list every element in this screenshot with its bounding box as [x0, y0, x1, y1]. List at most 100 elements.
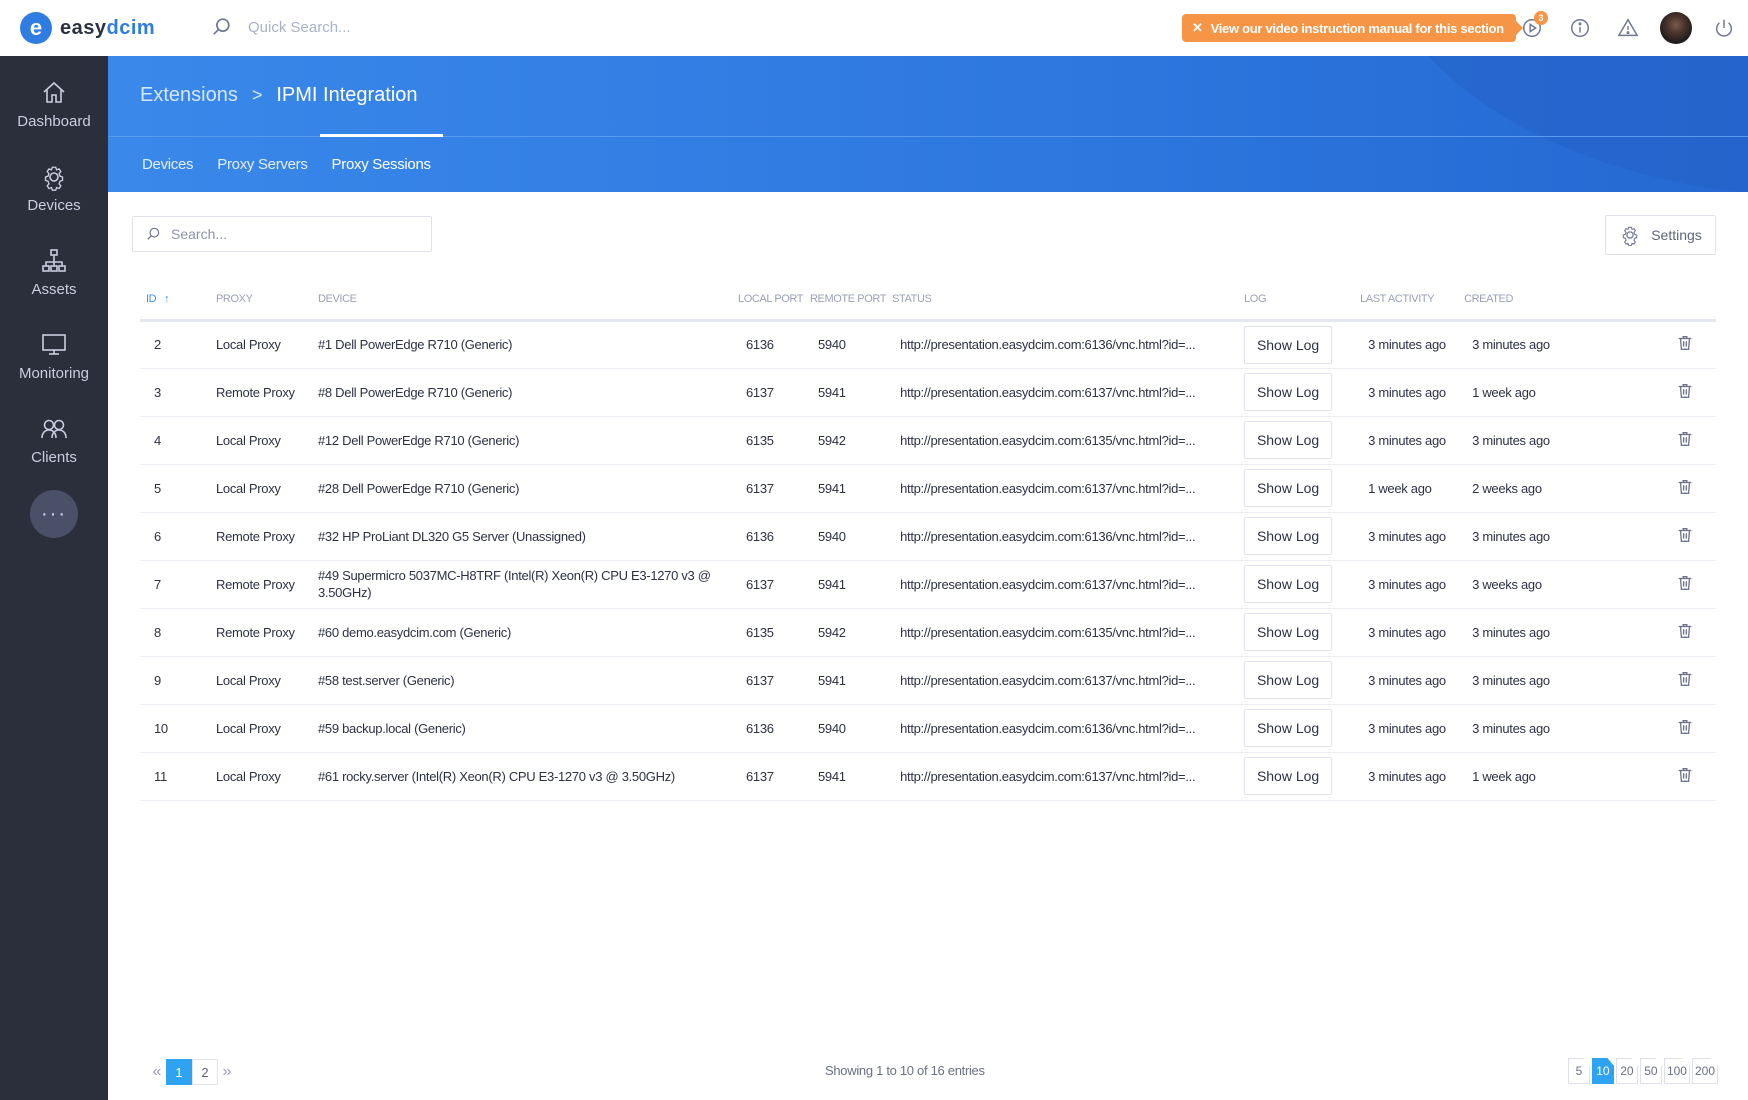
next-page-button[interactable]: »	[218, 1059, 236, 1085]
cell-status-url[interactable]: http://presentation.easydcim.com:6136/vn…	[886, 704, 1239, 753]
sidebar-item-assets[interactable]: Assets	[0, 230, 108, 314]
header-decoration	[1368, 56, 1748, 192]
breadcrumb: Extensions > IPMI Integration	[140, 84, 418, 107]
tab-proxy-sessions[interactable]: Proxy Sessions	[319, 134, 443, 192]
cell-actions	[1658, 608, 1716, 657]
search-icon	[213, 18, 230, 35]
per-page-50[interactable]: 50	[1639, 1058, 1662, 1084]
cell-log: Show Log	[1238, 464, 1355, 513]
page-2-button[interactable]: 2	[192, 1059, 218, 1085]
column-log: LOG	[1238, 280, 1355, 322]
cell-status-url[interactable]: http://presentation.easydcim.com:6136/vn…	[886, 512, 1239, 561]
cell-remote-port: 5940	[804, 320, 887, 369]
cell-status-url[interactable]: http://presentation.easydcim.com:6135/vn…	[886, 608, 1239, 657]
delete-button[interactable]	[1664, 574, 1694, 592]
cell-status-url[interactable]: http://presentation.easydcim.com:6137/vn…	[886, 752, 1239, 801]
cell-local-port: 6135	[732, 608, 804, 657]
cell-local-port: 6137	[732, 464, 804, 513]
delete-button[interactable]	[1664, 670, 1694, 688]
column-device[interactable]: DEVICE	[312, 280, 732, 322]
per-page-5[interactable]: 5	[1567, 1058, 1590, 1084]
info-button[interactable]	[1556, 0, 1604, 56]
breadcrumb-extensions[interactable]: Extensions	[140, 84, 238, 107]
per-page-10[interactable]: 10	[1591, 1058, 1614, 1084]
delete-button[interactable]	[1664, 766, 1694, 784]
sidebar-more-button[interactable]: ···	[30, 490, 78, 538]
cell-status-url[interactable]: http://presentation.easydcim.com:6135/vn…	[886, 416, 1239, 465]
delete-button[interactable]	[1664, 718, 1694, 736]
prev-page-button[interactable]: «	[148, 1059, 166, 1085]
logo-text-b: dcim	[106, 16, 156, 39]
cell-local-port: 6136	[732, 704, 804, 753]
cell-log: Show Log	[1238, 656, 1355, 705]
sidebar-item-clients[interactable]: Clients	[0, 398, 108, 482]
close-icon[interactable]: ✕	[1192, 20, 1203, 36]
video-button[interactable]: 3	[1508, 0, 1556, 56]
video-manual-banner[interactable]: ✕ View our video instruction manual for …	[1182, 14, 1523, 42]
column-remote-port[interactable]: REMOTE PORT	[804, 280, 886, 322]
delete-button[interactable]	[1664, 430, 1694, 448]
show-log-button[interactable]: Show Log	[1244, 517, 1333, 555]
per-page-20[interactable]: 20	[1615, 1058, 1638, 1084]
cell-device: #32 HP ProLiant DL320 G5 Server (Unassig…	[312, 512, 732, 561]
sidebar-item-dashboard[interactable]: Dashboard	[0, 62, 108, 146]
cell-local-port: 6135	[732, 416, 804, 465]
cell-status-url[interactable]: http://presentation.easydcim.com:6137/vn…	[886, 368, 1239, 417]
cell-proxy: Local Proxy	[210, 704, 312, 753]
video-banner-text: View our video instruction manual for th…	[1210, 20, 1505, 36]
cell-local-port: 6137	[732, 656, 804, 705]
column-id[interactable]: ID ↑	[140, 280, 210, 322]
cell-local-port: 6137	[732, 752, 804, 801]
delete-button[interactable]	[1664, 622, 1694, 640]
sidebar-item-monitoring[interactable]: Monitoring	[0, 314, 108, 398]
cell-actions	[1658, 368, 1716, 417]
delete-button[interactable]	[1664, 526, 1694, 544]
show-log-button[interactable]: Show Log	[1244, 565, 1333, 603]
cell-status-url[interactable]: http://presentation.easydcim.com:6137/vn…	[886, 560, 1239, 609]
warning-button[interactable]	[1604, 0, 1652, 56]
column-last-activity[interactable]: LAST ACTIVITY	[1354, 280, 1459, 322]
cell-remote-port: 5942	[804, 416, 887, 465]
cell-remote-port: 5942	[804, 608, 887, 657]
page-1-button[interactable]: 1	[166, 1059, 192, 1085]
cell-id: 11	[140, 752, 210, 801]
trash-icon	[1678, 719, 1692, 734]
tab-proxy-servers[interactable]: Proxy Servers	[205, 136, 319, 192]
column-status[interactable]: STATUS	[886, 280, 1239, 322]
cell-status-url[interactable]: http://presentation.easydcim.com:6137/vn…	[886, 464, 1239, 513]
per-page-200[interactable]: 200	[1691, 1058, 1718, 1084]
breadcrumb-separator: >	[251, 85, 263, 105]
column-local-port[interactable]: LOCAL PORT	[732, 280, 804, 322]
show-log-button[interactable]: Show Log	[1244, 613, 1333, 651]
cell-status-url[interactable]: http://presentation.easydcim.com:6136/vn…	[886, 320, 1239, 369]
delete-button[interactable]	[1664, 382, 1694, 400]
show-log-button[interactable]: Show Log	[1244, 661, 1333, 699]
sidebar-item-label: Devices	[27, 196, 81, 214]
table-search-input[interactable]	[171, 226, 411, 242]
cell-last-activity: 3 minutes ago	[1354, 368, 1459, 417]
logo[interactable]: e easydcim	[20, 12, 155, 44]
quick-search-input[interactable]	[248, 18, 428, 36]
delete-button[interactable]	[1664, 334, 1694, 352]
cell-last-activity: 3 minutes ago	[1354, 560, 1459, 609]
cell-proxy: Local Proxy	[210, 464, 312, 513]
cell-status-url[interactable]: http://presentation.easydcim.com:6137/vn…	[886, 656, 1239, 705]
settings-button[interactable]: Settings	[1605, 215, 1716, 255]
show-log-button[interactable]: Show Log	[1244, 757, 1333, 795]
logout-button[interactable]	[1700, 0, 1748, 56]
per-page-100[interactable]: 100	[1663, 1058, 1690, 1084]
show-log-button[interactable]: Show Log	[1244, 469, 1333, 507]
sidebar-item-devices[interactable]: Devices	[0, 146, 108, 230]
column-proxy[interactable]: PROXY	[210, 280, 312, 322]
cell-id: 8	[140, 608, 210, 657]
column-created[interactable]: CREATED	[1458, 280, 1659, 322]
table-row: 3 Remote Proxy #8 Dell PowerEdge R710 (G…	[140, 368, 1716, 417]
show-log-button[interactable]: Show Log	[1244, 421, 1333, 459]
show-log-button[interactable]: Show Log	[1244, 325, 1333, 364]
user-menu[interactable]	[1652, 0, 1700, 56]
show-log-button[interactable]: Show Log	[1244, 373, 1333, 411]
tab-devices[interactable]: Devices	[130, 136, 205, 192]
show-log-button[interactable]: Show Log	[1244, 709, 1333, 747]
delete-button[interactable]	[1664, 478, 1694, 496]
sidebar-item-label: Clients	[31, 448, 77, 466]
